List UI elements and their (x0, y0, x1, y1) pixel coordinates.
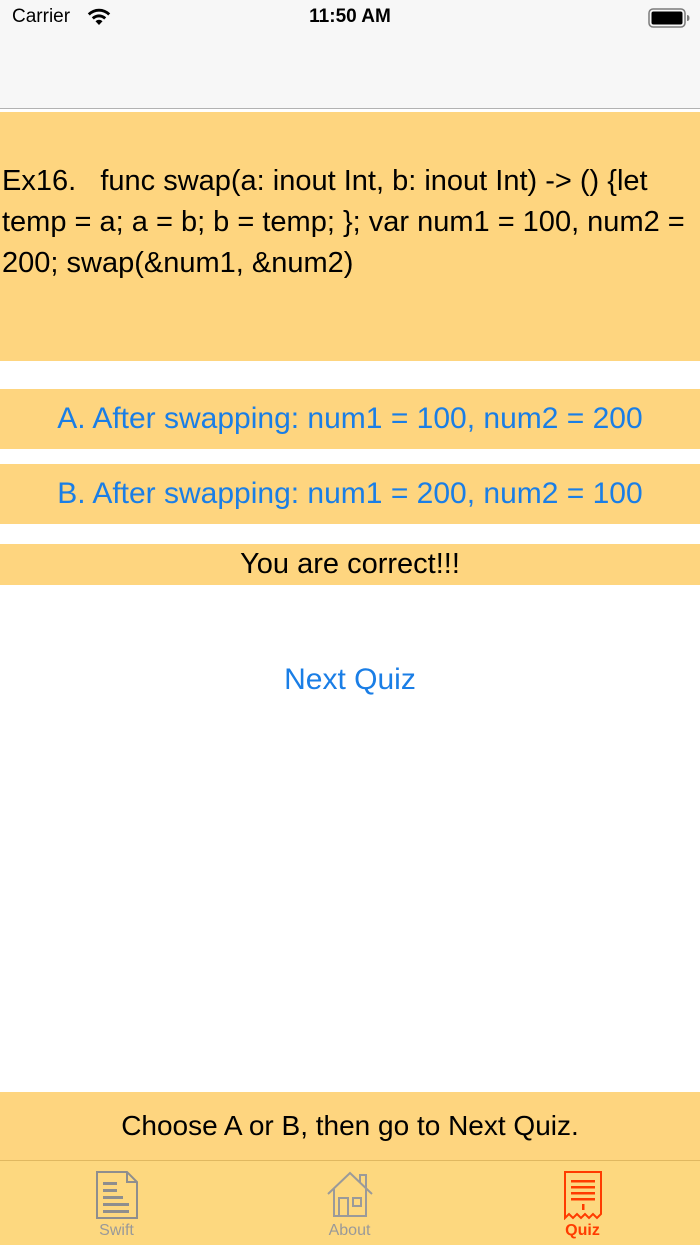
answer-a-button[interactable]: A. After swapping: num1 = 100, num2 = 20… (0, 389, 700, 449)
document-icon (95, 1171, 138, 1219)
tab-bar: Swift About Quiz (0, 1160, 700, 1245)
battery-icon (648, 8, 690, 28)
next-quiz-button[interactable]: Next Quiz (0, 656, 700, 704)
question-text: Ex16. func swap(a: inout Int, b: inout I… (2, 165, 693, 279)
tab-about[interactable]: About (233, 1161, 466, 1245)
status-bar: Carrier 11:50 AM (0, 0, 700, 40)
house-icon (326, 1171, 373, 1217)
instruction-text: Choose A or B, then go to Next Quiz. (0, 1092, 700, 1160)
question-panel: Ex16. func swap(a: inout Int, b: inout I… (0, 112, 700, 361)
tab-swift[interactable]: Swift (0, 1161, 233, 1245)
result-feedback: You are correct!!! (0, 544, 700, 585)
tab-quiz[interactable]: Quiz (466, 1161, 699, 1245)
tab-quiz-label: Quiz (565, 1222, 600, 1239)
receipt-icon (563, 1171, 602, 1220)
tab-swift-label: Swift (99, 1222, 134, 1239)
tab-about-label: About (328, 1222, 371, 1239)
clock-time: 11:50 AM (309, 6, 391, 27)
navigation-bar (0, 40, 700, 109)
answer-b-button[interactable]: B. After swapping: num1 = 200, num2 = 10… (0, 464, 700, 524)
